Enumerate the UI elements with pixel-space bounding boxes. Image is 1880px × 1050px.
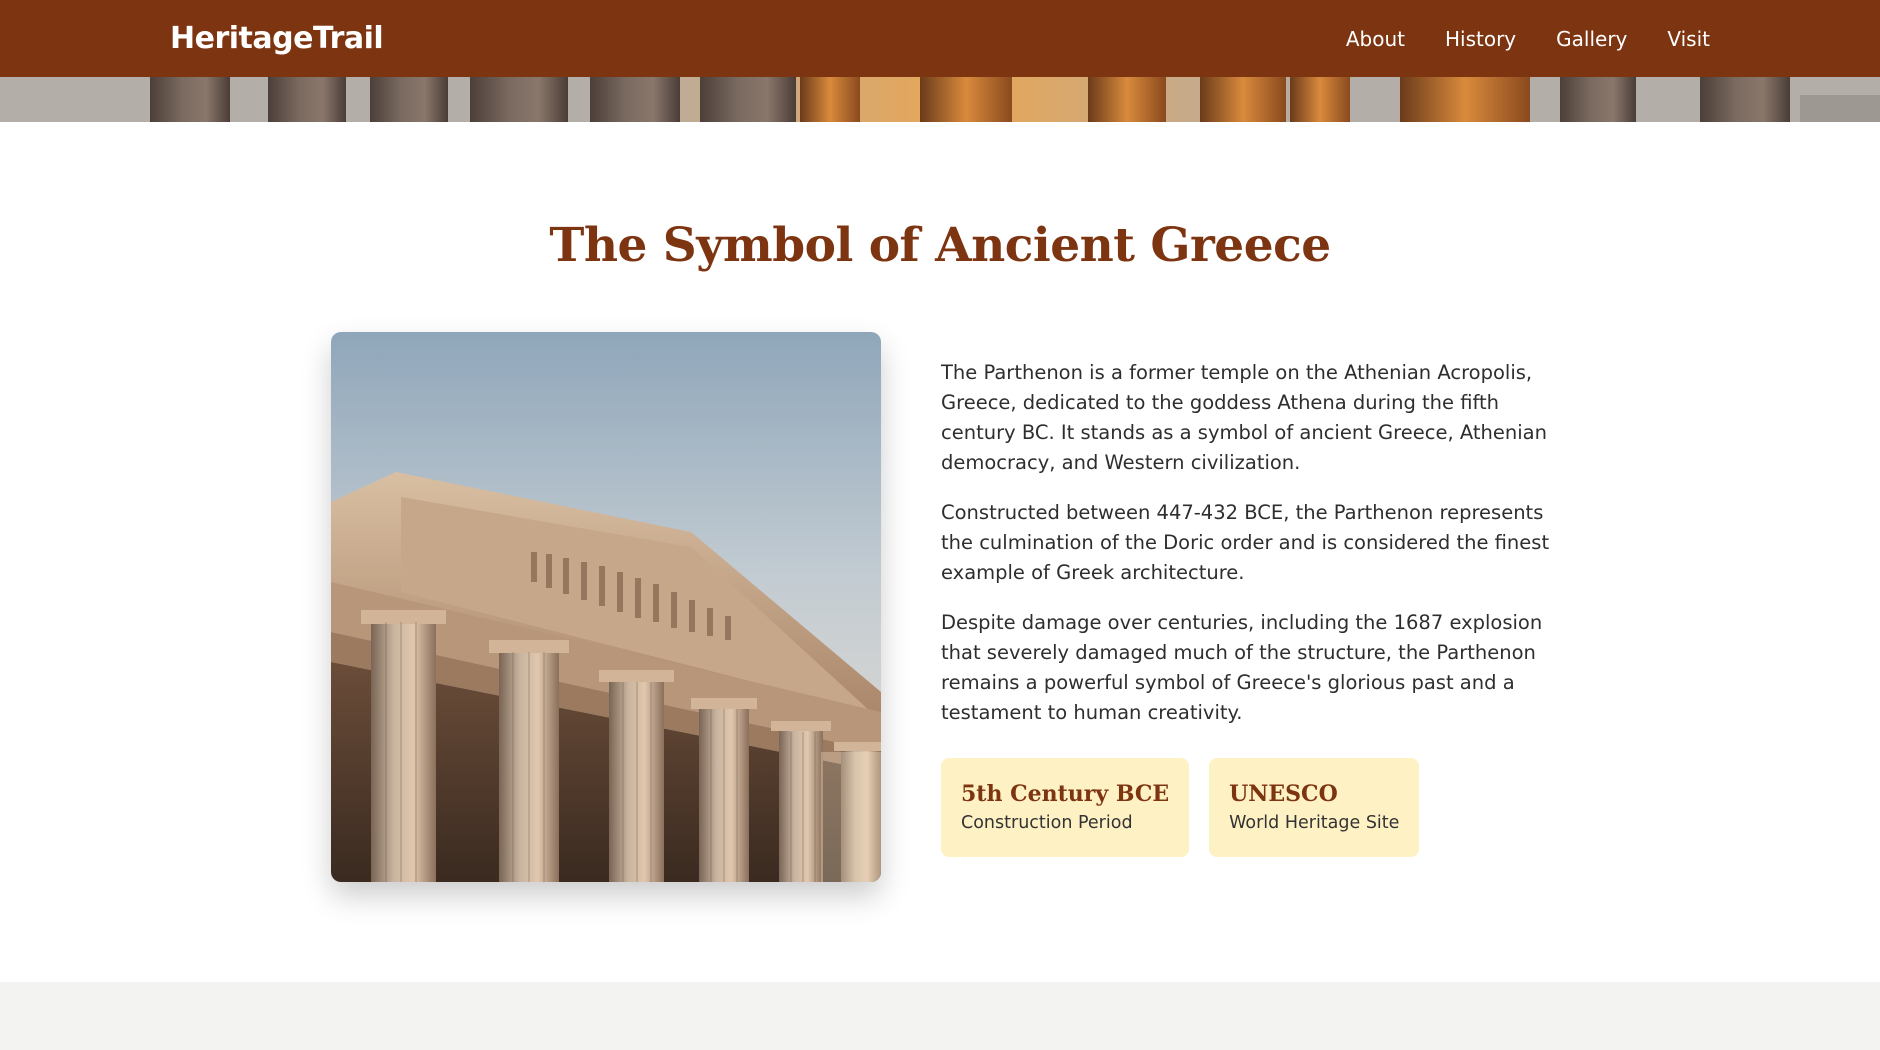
nav-link-history[interactable]: History	[1445, 27, 1516, 51]
badge-title: 5th Century BCE	[961, 781, 1170, 807]
nav-link-gallery[interactable]: Gallery	[1556, 27, 1627, 51]
site-logo[interactable]: HeritageTrail	[170, 21, 384, 56]
paragraph-intro: The Parthenon is a former temple on the …	[941, 361, 1547, 474]
nav-link-about[interactable]: About	[1346, 27, 1405, 51]
top-navbar: HeritageTrail About History Gallery Visi…	[0, 0, 1880, 77]
paragraph-damage: Despite damage over centuries, including…	[941, 611, 1543, 724]
badge-unesco: UNESCO World Heritage Site	[1209, 758, 1420, 857]
main-nav: About History Gallery Visit	[1346, 27, 1710, 51]
parthenon-photo	[331, 332, 881, 882]
parthenon-illustration	[331, 332, 881, 882]
badge-title: UNESCO	[1229, 781, 1338, 807]
badge-construction-period: 5th Century BCE Construction Period	[941, 758, 1190, 857]
badge-subtitle: Construction Period	[961, 813, 1133, 833]
hero-columns-illustration	[0, 77, 1880, 122]
nav-link-visit[interactable]: Visit	[1667, 27, 1710, 51]
badge-subtitle: World Heritage Site	[1229, 813, 1400, 833]
description-text: The Parthenon is a former temple on the …	[941, 358, 1556, 748]
hero-image-strip	[0, 77, 1880, 122]
section-title: The Symbol of Ancient Greece	[549, 218, 1331, 273]
next-section-band	[0, 982, 1880, 1050]
fact-badges: 5th Century BCE Construction Period UNES…	[941, 758, 1420, 857]
paragraph-construction: Constructed between 447-432 BCE, the Par…	[941, 501, 1550, 584]
